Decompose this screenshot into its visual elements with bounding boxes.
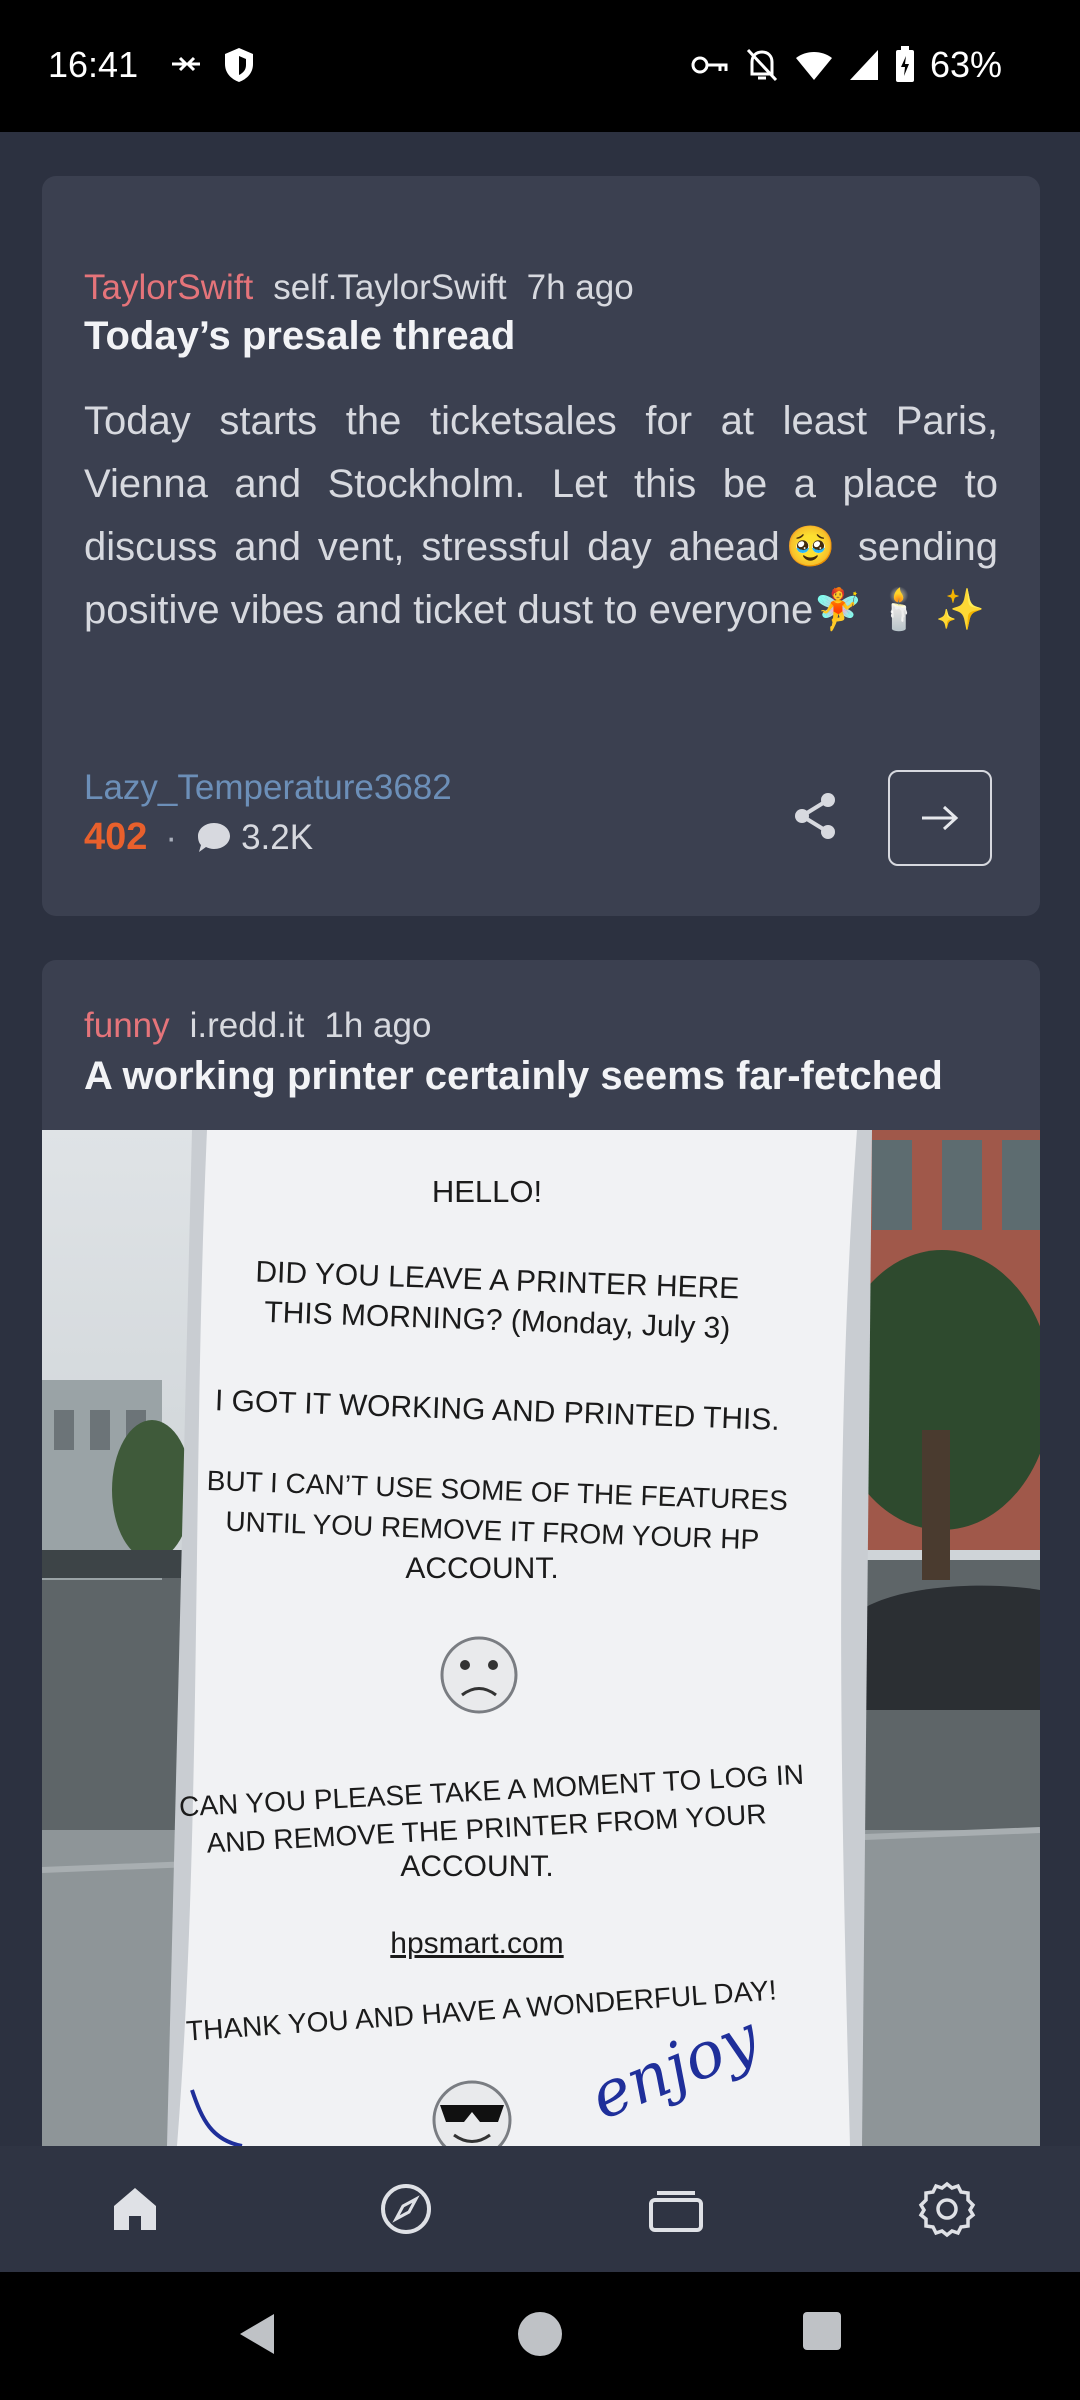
status-right: 63% [690,44,1002,86]
post-author[interactable]: Lazy_Temperature3682 [84,768,452,808]
home-icon [114,2188,156,2230]
open-post-button[interactable] [888,770,992,866]
settings-icon [918,2181,976,2238]
printer-flyer-photo: HELLO! DID YOU LEAVE A PRINTER HERE THIS… [42,1130,1040,2146]
subreddit-link[interactable]: funny [84,1006,170,1045]
post-domain: self.TaylorSwift [273,268,507,307]
post-stats: 402 · 3.2K [84,816,313,859]
flyer-line9: ACCOUNT. [400,1850,553,1883]
flyer-hello: HELLO! [432,1174,542,1209]
home-button[interactable] [516,2310,564,2363]
shield-icon [225,48,253,82]
post-card[interactable]: funny i.redd.it 1h ago A working printer c… [42,960,1040,2146]
share-icon [795,793,835,839]
sad-face-icon [440,1636,518,1714]
post-image[interactable]: HELLO! DID YOU LEAVE A PRINTER HERE THIS… [42,1130,1040,2146]
data-saver-icon [172,56,200,72]
arrow-right-icon [922,805,959,831]
flyer-link: hpsmart.com [390,1927,563,1960]
post-title[interactable]: A working printer certainly seems far-fe… [84,1054,943,1099]
separator-dot: · [165,817,178,857]
recents-button[interactable] [801,2310,843,2357]
nav-settings[interactable] [914,2176,980,2242]
status-time: 16:41 [48,44,139,85]
flyer-line6: ACCOUNT. [405,1552,558,1585]
explore-icon [381,2184,431,2234]
nav-inbox[interactable] [643,2176,709,2242]
post-body: Today starts the ticketsales for at leas… [84,399,998,632]
post-title[interactable]: Today’s presale thread [84,314,515,359]
inbox-icon [649,2191,703,2232]
sunglasses-face-icon [432,2080,512,2146]
vpn-key-icon [691,56,728,74]
battery-level: 63% [929,44,1002,85]
post-card[interactable]: TaylorSwift self.TaylorSwift 7h ago Today’… [42,176,1040,916]
nav-explore[interactable] [373,2176,439,2242]
bottom-navigation [0,2146,1080,2272]
post-feed[interactable]: TaylorSwift self.TaylorSwift 7h ago Today’… [0,132,1080,2146]
post-age: 1h ago [324,1006,432,1045]
post-age: 7h ago [526,268,634,307]
nav-home[interactable] [102,2176,168,2242]
comment-count: 3.2K [241,817,314,857]
back-button[interactable] [234,2310,280,2363]
post-domain: i.redd.it [189,1006,305,1045]
recents-icon [803,2312,841,2350]
status-bar: 16:41 63% [0,0,1080,132]
system-navigation-bar [0,2272,1080,2400]
subreddit-link[interactable]: TaylorSwift [84,268,253,307]
comment-icon [198,822,231,852]
post-meta: funny i.redd.it 1h ago [84,1006,431,1046]
home-circle-icon [518,2312,562,2356]
status-left-icons [168,46,256,84]
share-button[interactable] [788,788,844,844]
battery-icon [895,46,914,82]
signal-icon [849,50,878,80]
mute-icon [746,48,778,82]
back-icon [240,2314,274,2354]
post-score: 402 [84,816,148,858]
post-meta: TaylorSwift self.TaylorSwift 7h ago [84,268,634,308]
wifi-icon [795,52,832,80]
